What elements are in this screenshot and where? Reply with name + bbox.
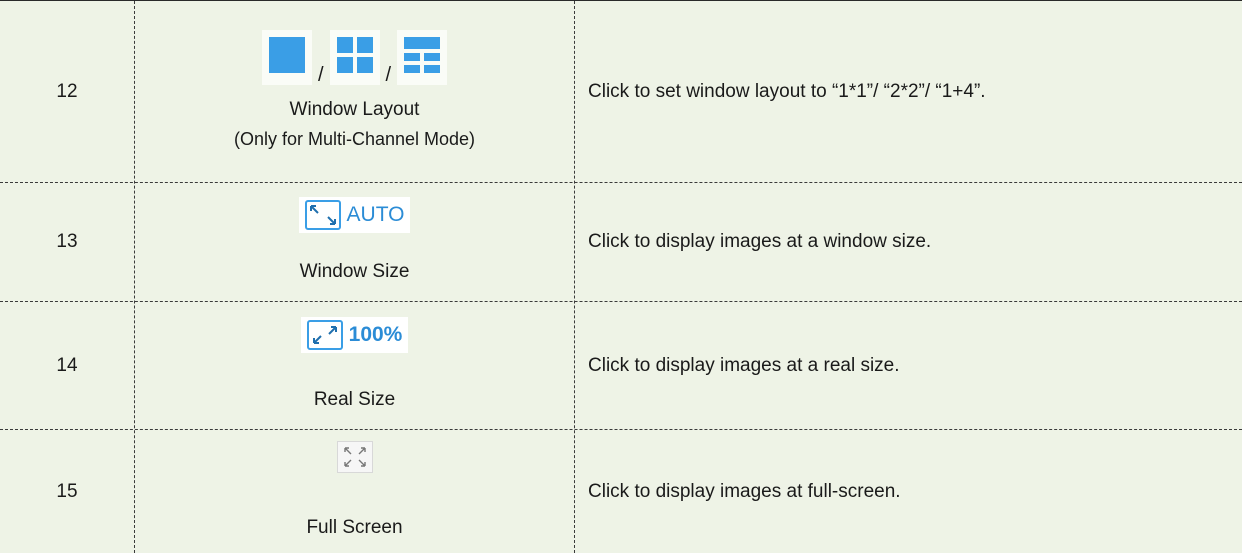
- function-note: (Only for Multi-Channel Mode): [233, 128, 476, 149]
- layout-1plus4-icon[interactable]: [397, 29, 448, 85]
- description: Click to display images at full-screen.: [588, 481, 901, 502]
- description: Click to display images at a real size.: [588, 354, 900, 376]
- row-number: 15: [56, 481, 78, 502]
- layout-2x2-icon[interactable]: [329, 29, 380, 85]
- function-cell: Full Screen: [135, 430, 574, 554]
- function-name: Full Screen: [306, 517, 403, 538]
- feature-table: 12 / / Window Layout (Only for Multi-Cha…: [0, 0, 1242, 553]
- function-name: Window Size: [299, 261, 410, 282]
- table-row: 15 Full Screen Click to display images a…: [0, 430, 1242, 554]
- function-name: Window Layout: [289, 98, 420, 120]
- fullscreen-icon: [343, 447, 366, 467]
- table-row: 14 100% Real Size Click to display image…: [0, 302, 1242, 430]
- expand-arrows-icon: [306, 319, 343, 350]
- window-size-button[interactable]: AUTO: [298, 197, 411, 233]
- fullscreen-button[interactable]: [336, 441, 373, 473]
- description: Click to set window layout to “1*1”/ “2*…: [588, 80, 986, 102]
- description: Click to display images at a window size…: [588, 231, 932, 252]
- table-row: 13 AUTO Window Size Click to display ima…: [0, 183, 1242, 302]
- separator: /: [385, 63, 392, 86]
- separator: /: [317, 63, 324, 86]
- layout-1x1-icon[interactable]: [261, 29, 312, 85]
- function-cell: 100% Real Size: [135, 302, 574, 429]
- percent-label: 100%: [348, 322, 403, 346]
- column-divider: [574, 1, 575, 553]
- function-cell: AUTO Window Size: [135, 183, 574, 301]
- table-row: 12 / / Window Layout (Only for Multi-Cha…: [0, 1, 1242, 183]
- function-cell: / / Window Layout (Only for Multi-Channe…: [135, 1, 574, 182]
- real-size-button[interactable]: 100%: [300, 316, 409, 353]
- layout-icons-group: / /: [261, 29, 448, 86]
- auto-label: AUTO: [346, 203, 405, 226]
- shrink-arrows-icon: [304, 200, 341, 230]
- column-divider: [134, 1, 135, 553]
- row-number: 13: [56, 231, 78, 252]
- row-number: 12: [56, 80, 78, 102]
- function-name: Real Size: [313, 388, 396, 410]
- row-number: 14: [56, 354, 78, 376]
